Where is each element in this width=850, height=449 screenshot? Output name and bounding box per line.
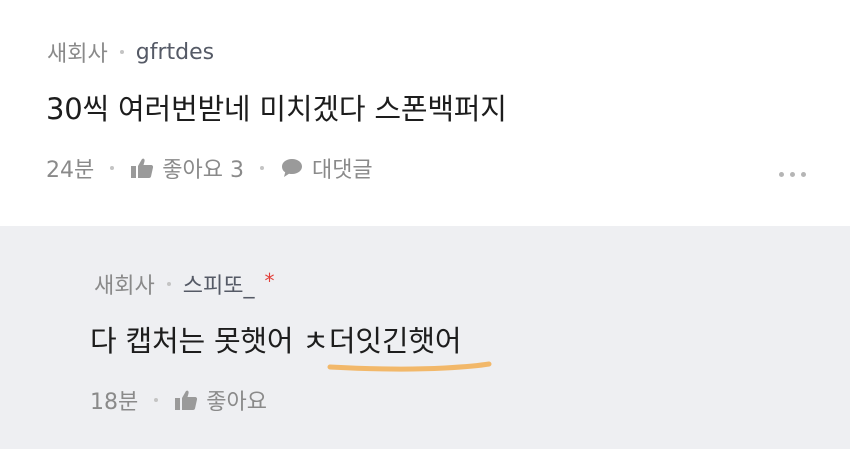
nickname[interactable]: 스피또_	[183, 268, 255, 300]
comment-author: 새회사 gfrtdes	[47, 36, 214, 68]
reply-time: 18분	[90, 390, 139, 415]
separator-dot	[166, 282, 171, 286]
more-dots-icon[interactable]	[779, 172, 806, 177]
comment-text: 30씩 여러번받네 미치겠다 스폰백퍼지	[46, 92, 507, 126]
separator-dot	[110, 166, 115, 170]
highlight-underline	[327, 361, 492, 372]
like-button[interactable]: 좋아요	[174, 384, 267, 416]
separator-dot	[154, 398, 159, 402]
nickname[interactable]: gfrtdes	[136, 40, 214, 65]
like-label: 좋아요	[206, 390, 267, 415]
reply-card: 새회사 스피또_ * 다 캡처는 못햇어 ㅊ더잇긴햇어 18분 좋아요	[0, 226, 850, 449]
reply-author: 새회사 스피또_ *	[94, 268, 274, 300]
comment-time: 24분	[46, 158, 95, 183]
company-name[interactable]: 새회사	[94, 268, 155, 300]
reply-actions: 18분 좋아요	[90, 384, 267, 416]
reply-text: 다 캡처는 못햇어 ㅊ더잇긴햇어	[90, 324, 462, 358]
reply-button[interactable]: 대댓글	[280, 152, 373, 184]
company-name[interactable]: 새회사	[47, 36, 108, 68]
comment-actions: 24분 좋아요 3 대댓글	[46, 152, 373, 184]
thumbs-up-icon	[131, 158, 154, 178]
thumbs-up-icon	[175, 390, 198, 410]
like-button[interactable]: 좋아요 3	[130, 152, 244, 184]
speech-bubble-icon	[281, 159, 302, 177]
separator-dot	[259, 166, 264, 170]
reply-label: 대댓글	[311, 158, 373, 183]
like-label: 좋아요 3	[162, 158, 244, 183]
author-mark: *	[264, 269, 275, 293]
comment-card: 새회사 gfrtdes 30씩 여러번받네 미치겠다 스폰백퍼지 24분 좋아요…	[0, 0, 850, 226]
separator-dot	[119, 50, 124, 54]
